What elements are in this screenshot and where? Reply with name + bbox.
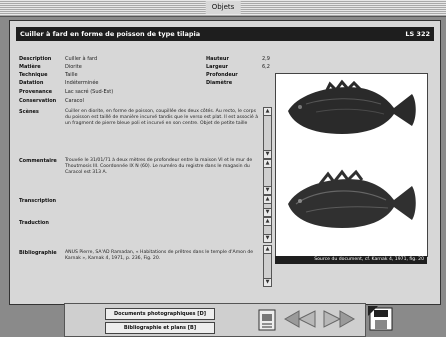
field-label-technique: Technique bbox=[19, 72, 48, 78]
floppy-exit-icon[interactable] bbox=[368, 306, 394, 332]
field-label-matiere: Matière bbox=[19, 64, 41, 70]
scroll-down-arrow-icon[interactable]: ▼ bbox=[264, 278, 271, 286]
window-titlebar[interactable]: Objets bbox=[0, 0, 446, 17]
traduction-label: Traduction bbox=[19, 220, 49, 226]
photo-caption: Source du document, cf. Karnak 4, 1971, … bbox=[275, 256, 427, 264]
transcription-label: Transcription bbox=[19, 198, 57, 204]
record-header: Cuiller à fard en forme de poisson de ty… bbox=[16, 27, 434, 41]
document-icon[interactable] bbox=[258, 309, 276, 331]
field-value-datation[interactable]: Indéterminée bbox=[65, 80, 98, 87]
field-label-provenance: Provenance bbox=[19, 89, 53, 95]
commentaire-text[interactable]: Trouvée le 31/01/71 à deux mètres de pro… bbox=[65, 158, 261, 177]
scenes-label: Scènes bbox=[19, 109, 39, 115]
scroll-up-arrow-icon[interactable]: ▲ bbox=[264, 108, 271, 116]
toolbar-divider bbox=[361, 306, 365, 334]
documents-photographiques-button[interactable]: Documents photographiques [D] bbox=[105, 308, 215, 320]
bibliographie-label: Bibliographie bbox=[19, 250, 57, 256]
dim-value-hauteur[interactable]: 2,9 bbox=[262, 56, 270, 63]
field-label-datation: Datation bbox=[19, 80, 44, 86]
scenes-text[interactable]: Cuiller en diorite, en forme de poisson,… bbox=[65, 109, 261, 128]
commentaire-scrollbar[interactable]: ▲ ▼ bbox=[263, 159, 272, 195]
object-photo bbox=[275, 73, 428, 257]
record-title: Cuiller à fard en forme de poisson de ty… bbox=[20, 30, 201, 38]
scroll-down-arrow-icon[interactable]: ▼ bbox=[264, 150, 271, 158]
rewind-icon[interactable] bbox=[283, 310, 317, 328]
fish-recto-image bbox=[288, 79, 416, 134]
scroll-up-arrow-icon[interactable]: ▲ bbox=[264, 246, 271, 254]
dim-value-largeur[interactable]: 6,2 bbox=[262, 64, 270, 71]
bibliographie-scrollbar[interactable]: ▲ ▼ bbox=[263, 245, 272, 287]
scenes-scrollbar[interactable]: ▲ ▼ bbox=[263, 107, 272, 159]
field-label-conservation: Conservation bbox=[19, 98, 57, 104]
scroll-up-arrow-icon[interactable]: ▲ bbox=[264, 196, 271, 204]
fish-verso-image bbox=[288, 169, 416, 228]
forward-icon[interactable] bbox=[322, 310, 356, 328]
field-value-provenance[interactable]: Lac sacré (Sud-Est) bbox=[65, 89, 113, 96]
scroll-down-arrow-icon[interactable]: ▼ bbox=[264, 234, 271, 242]
dim-label-hauteur: Hauteur bbox=[206, 56, 229, 62]
bibliographie-plans-button[interactable]: Bibliographie et plans [B] bbox=[105, 322, 215, 334]
field-value-technique[interactable]: Taille bbox=[65, 72, 78, 79]
bottom-toolbar: Documents photographiques [D] Bibliograp… bbox=[64, 303, 366, 337]
scroll-down-arrow-icon[interactable]: ▼ bbox=[264, 186, 271, 194]
window-title: Objets bbox=[205, 1, 241, 14]
field-value-description[interactable]: Cuiller à fard bbox=[65, 56, 97, 63]
field-value-conservation[interactable]: Caracol bbox=[65, 98, 84, 105]
field-value-matiere[interactable]: Diorite bbox=[65, 64, 82, 71]
dim-label-diametre: Diamètre bbox=[206, 80, 233, 86]
scroll-up-arrow-icon[interactable]: ▲ bbox=[264, 160, 271, 168]
transcription-scrollbar[interactable]: ▲ ▼ bbox=[263, 195, 272, 217]
photo-caption-text: Source du document, cf. Karnak 4, 1971, … bbox=[314, 257, 424, 262]
scroll-up-arrow-icon[interactable]: ▲ bbox=[264, 218, 271, 226]
scroll-down-arrow-icon[interactable]: ▼ bbox=[264, 208, 271, 216]
commentaire-label: Commentaire bbox=[19, 158, 57, 164]
traduction-scrollbar[interactable]: ▲ ▼ bbox=[263, 217, 272, 243]
record-id: LS 322 bbox=[405, 30, 430, 38]
dim-label-largeur: Largeur bbox=[206, 64, 229, 70]
record-card: Cuiller à fard en forme de poisson de ty… bbox=[9, 20, 441, 305]
dim-label-profondeur: Profondeur bbox=[206, 72, 238, 78]
bibliographie-text[interactable]: ANUS Pierre, SA'AD Ramadan, « Habitation… bbox=[65, 250, 261, 262]
field-label-description: Description bbox=[19, 56, 52, 62]
